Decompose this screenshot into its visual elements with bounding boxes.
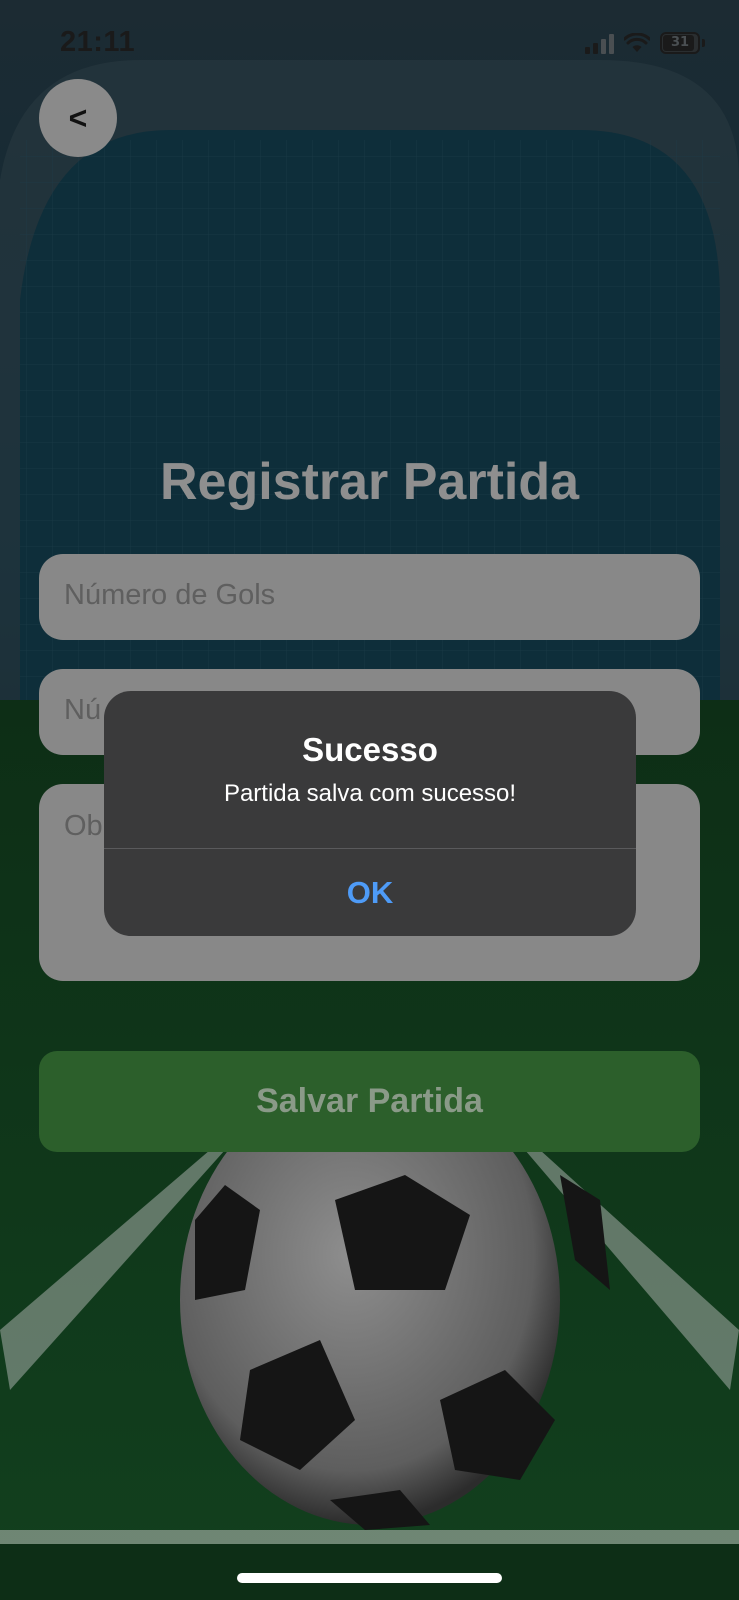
success-alert-dialog: Sucesso Partida salva com sucesso! OK xyxy=(104,691,636,936)
status-icons: 31 xyxy=(585,30,705,56)
battery-icon: 31 xyxy=(660,32,700,54)
alert-ok-button[interactable]: OK xyxy=(104,849,636,936)
alert-message: Partida salva com sucesso! xyxy=(223,780,517,807)
back-chevron-icon: < xyxy=(68,99,88,136)
status-bar: 21:11 31 xyxy=(0,0,739,90)
cellular-signal-icon xyxy=(585,32,614,54)
register-match-screen: 21:11 31 < Registrar Partida Número de G… xyxy=(0,0,739,1600)
status-time: 21:11 xyxy=(60,26,136,58)
notes-placeholder: Ob xyxy=(64,810,103,842)
goals-input-placeholder: Número de Gols xyxy=(64,579,276,611)
page-title: Registrar Partida xyxy=(159,453,580,511)
match-number-placeholder: Nú xyxy=(64,694,102,726)
alert-title: Sucesso xyxy=(302,731,438,768)
back-button[interactable]: < xyxy=(39,79,117,157)
wifi-icon xyxy=(624,33,650,52)
goals-input[interactable]: Número de Gols xyxy=(39,554,700,640)
save-match-button[interactable]: Salvar Partida xyxy=(39,1051,700,1152)
battery-level: 31 xyxy=(670,35,690,50)
home-indicator[interactable] xyxy=(237,1573,502,1583)
battery-cap xyxy=(702,39,705,47)
